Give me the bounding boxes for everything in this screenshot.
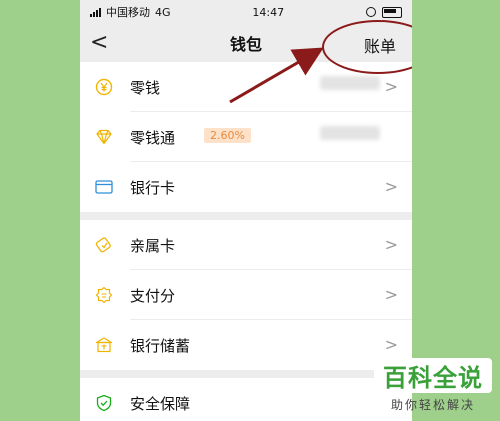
rotation-lock-icon xyxy=(365,7,376,17)
family-card-row[interactable]: 亲属卡 > xyxy=(80,220,412,270)
phone-screen: 中国移动 4G 14:47 < 钱包 账单 零钱 > 零钱通 2.60% 银行卡… xyxy=(80,0,412,421)
wallet-licaitong-row[interactable]: 零钱通 2.60% xyxy=(80,112,412,162)
status-right xyxy=(365,6,402,18)
wallet-change-value xyxy=(320,76,380,90)
time-label: 14:47 xyxy=(252,5,285,19)
wallet-bank-card-row[interactable]: 银行卡 > xyxy=(80,162,412,212)
bank-savings-label: 银行储蓄 xyxy=(130,336,191,355)
chevron-right-icon: > xyxy=(384,77,398,96)
battery-icon xyxy=(381,6,402,18)
wallet-licaitong-value xyxy=(320,126,380,140)
back-button[interactable]: < xyxy=(90,30,108,55)
wallet-bank-card-label: 银行卡 xyxy=(130,178,176,197)
wallet-group: 零钱 > 零钱通 2.60% 银行卡 > xyxy=(80,62,412,212)
watermark: 百科全说 助你轻松解决 xyxy=(374,358,492,413)
blurred-balance xyxy=(320,76,380,90)
yuan-coin-icon xyxy=(94,77,114,97)
chevron-right-icon: > xyxy=(384,177,398,196)
payment-score-row[interactable]: 支付分 > xyxy=(80,270,412,320)
status-left: 中国移动 4G xyxy=(90,4,171,20)
watermark-subtitle: 助你轻松解决 xyxy=(390,398,475,412)
shield-icon xyxy=(94,393,114,413)
chevron-right-icon: > xyxy=(384,335,398,354)
security-label: 安全保障 xyxy=(130,394,191,413)
service-group: 亲属卡 > 支付分 > 银行储蓄 > xyxy=(80,220,412,370)
network-label: 4G xyxy=(155,5,171,19)
diamond-icon xyxy=(94,127,114,147)
family-card-icon xyxy=(94,235,114,255)
carrier-label: 中国移动 xyxy=(106,6,150,19)
rate-badge: 2.60% xyxy=(204,128,251,143)
blurred-balance xyxy=(320,126,380,140)
chevron-right-icon: > xyxy=(384,285,398,304)
bank-icon xyxy=(94,335,114,355)
signal-icon xyxy=(90,7,101,17)
bank-savings-row[interactable]: 银行储蓄 > xyxy=(80,320,412,370)
wallet-change-label: 零钱 xyxy=(130,78,161,97)
security-row[interactable]: 安全保障 xyxy=(80,378,412,421)
wallet-licaitong-label: 零钱通 xyxy=(130,128,176,147)
card-icon xyxy=(94,177,114,197)
chevron-right-icon: > xyxy=(384,235,398,254)
watermark-title: 百科全说 xyxy=(374,358,492,393)
page-title: 钱包 xyxy=(229,35,262,54)
score-icon xyxy=(94,285,114,305)
security-group: 安全保障 xyxy=(80,378,412,421)
payment-score-label: 支付分 xyxy=(130,286,176,305)
left-background xyxy=(0,0,80,421)
family-card-label: 亲属卡 xyxy=(130,236,176,255)
